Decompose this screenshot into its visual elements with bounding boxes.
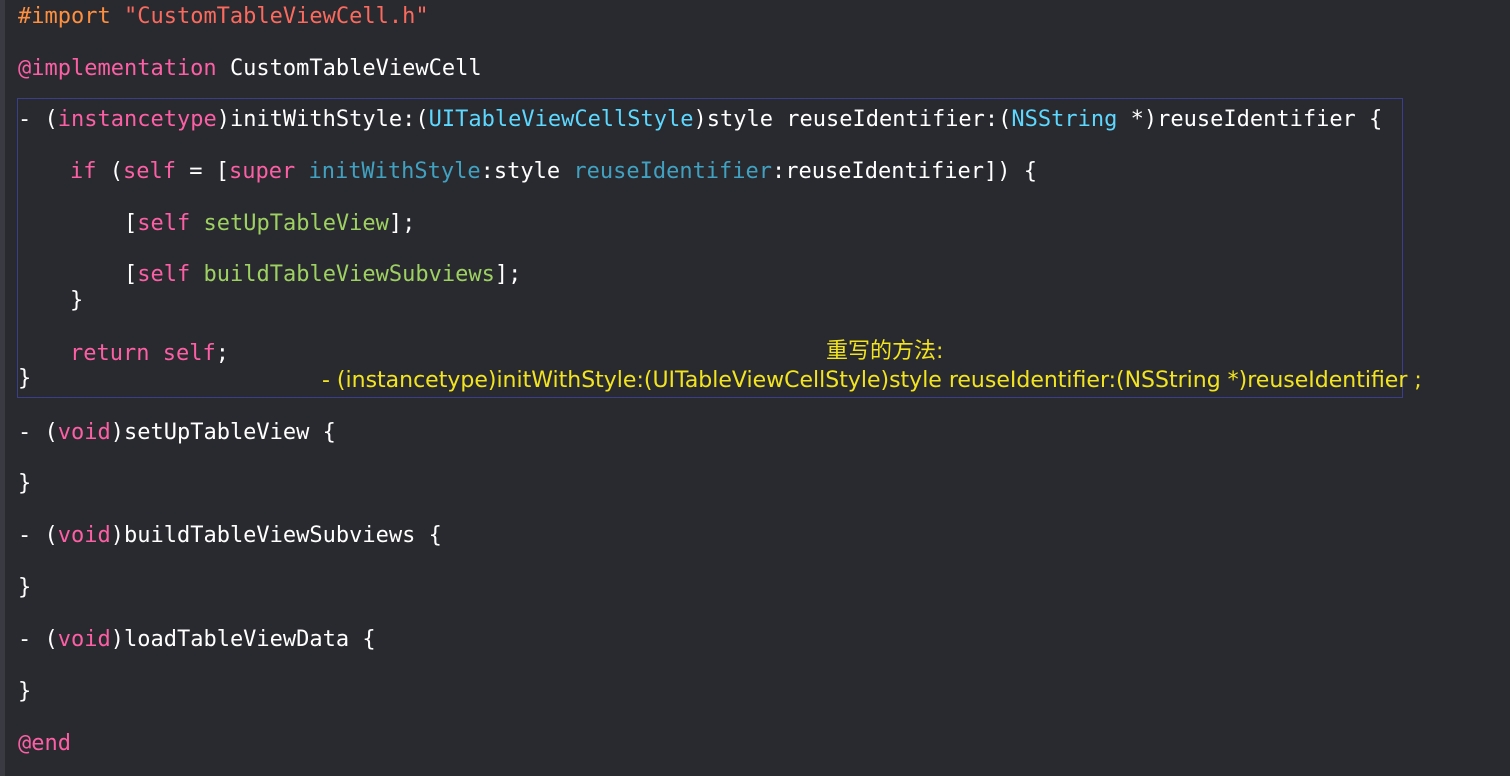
code-line-end[interactable]: @end [18,729,71,759]
code-token: ( [96,159,123,184]
if-keyword: if [70,159,97,184]
instancetype-keyword: instancetype [57,107,217,132]
code-line-load-close[interactable]: } [18,677,31,707]
code-line-if-close[interactable]: } [70,286,83,316]
void-keyword: void [57,523,111,548]
code-token: [ [124,262,138,287]
self-keyword: self [162,341,216,366]
code-token: )initWithStyle:( [216,107,429,132]
end-keyword: @end [18,731,71,756]
code-line-setup-call[interactable]: [self setUpTableView]; [124,209,415,239]
code-token: )setUpTableView { [110,420,336,445]
code-token: - ( [18,420,58,445]
code-line-if-super[interactable]: if (self = [super initWithStyle:style re… [70,157,1037,187]
return-keyword: return [70,341,150,366]
code-editor[interactable]: #import "CustomTableViewCell.h" @impleme… [0,0,1510,776]
nsstring-type: NSString [1011,107,1118,132]
class-name: CustomTableViewCell [229,56,482,81]
closing-brace: } [18,679,32,704]
annotation-title: 重写的方法: [826,339,944,364]
editor-gutter [0,0,5,776]
import-path: "CustomTableViewCell.h" [123,4,429,29]
code-line-return[interactable]: return self; [70,339,229,369]
self-keyword: self [137,211,191,236]
code-line-implementation[interactable]: @implementation CustomTableViewCell [18,54,482,84]
code-token: [ [124,211,138,236]
code-line-load-decl[interactable]: - (void)loadTableViewData { [18,625,376,655]
closing-brace: } [18,471,32,496]
reuse-identifier-call: reuseIdentifier [573,159,773,184]
code-line-setup-close[interactable]: } [18,469,31,499]
void-keyword: void [57,627,111,652]
code-token: )loadTableViewData { [110,627,376,652]
self-keyword: self [123,159,176,184]
self-keyword: self [137,262,191,287]
style-type: UITableViewCellStyle [428,107,694,132]
code-line-build-close[interactable]: } [18,573,31,603]
code-token: )style reuseIdentifier:( [693,107,1012,132]
code-token: )buildTableViewSubviews { [110,523,442,548]
code-token: :reuseIdentifier]) { [772,159,1037,184]
closing-brace: } [70,288,84,313]
code-line-method-close[interactable]: } [18,364,31,394]
code-token: ]; [388,211,416,236]
annotation-signature: - (instancetype)initWithStyle:(UITableVi… [322,368,1422,393]
implementation-keyword: @implementation [18,56,217,81]
code-token: *)reuseIdentifier { [1117,107,1383,132]
code-token: ]; [494,262,522,287]
code-line-build-call[interactable]: [self buildTableViewSubviews]; [124,260,521,290]
code-line-setup-decl[interactable]: - (void)setUpTableView { [18,418,336,448]
closing-brace: } [18,575,32,600]
code-line-import[interactable]: #import "CustomTableViewCell.h" [18,2,429,32]
setup-method-call: setUpTableView [203,211,389,236]
import-directive: #import [18,4,111,29]
super-keyword: super [228,159,296,184]
closing-brace: } [18,366,32,391]
code-token: - ( [18,627,58,652]
init-with-style-call: initWithStyle [308,159,481,184]
code-token: - ( [18,107,58,132]
code-token: = [ [175,159,229,184]
code-line-build-decl[interactable]: - (void)buildTableViewSubviews { [18,521,442,551]
code-token: ; [215,341,229,366]
void-keyword: void [57,420,111,445]
code-line-init-signature[interactable]: - (instancetype)initWithStyle:(UITableVi… [18,105,1382,135]
code-token: :style [480,159,574,184]
code-token: - ( [18,523,58,548]
build-method-call: buildTableViewSubviews [203,262,495,287]
